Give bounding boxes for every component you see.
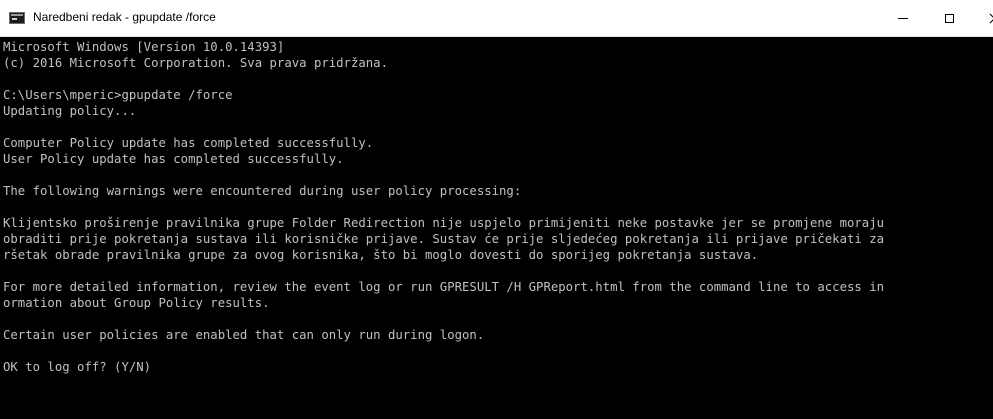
console-line: ormation about Group Policy results. bbox=[3, 296, 270, 310]
title-bar[interactable]: Naredbeni redak - gpupdate /force bbox=[0, 0, 993, 37]
command-prompt-icon[interactable] bbox=[9, 12, 25, 24]
console-line: obraditi prije pokretanja sustava ili ko… bbox=[3, 232, 884, 246]
console-line: (c) 2016 Microsoft Corporation. Sva prav… bbox=[3, 56, 388, 70]
window-title: Naredbeni redak - gpupdate /force bbox=[33, 10, 216, 24]
console-line: For more detailed information, review th… bbox=[3, 280, 884, 294]
minimize-button[interactable] bbox=[880, 0, 926, 36]
minimize-icon bbox=[898, 17, 908, 19]
console-line: The following warnings were encountered … bbox=[3, 184, 522, 198]
command-prompt-window: Naredbeni redak - gpupdate /force Micros… bbox=[0, 0, 993, 419]
maximize-button[interactable] bbox=[926, 0, 972, 36]
console-prompt-line: OK to log off? (Y/N) bbox=[3, 360, 152, 374]
console-line: Certain user policies are enabled that c… bbox=[3, 328, 485, 342]
console-output[interactable]: Microsoft Windows [Version 10.0.14393] (… bbox=[0, 37, 993, 419]
maximize-icon bbox=[944, 13, 954, 23]
close-button[interactable] bbox=[972, 0, 993, 36]
console-line: Updating policy... bbox=[3, 104, 137, 118]
console-line: ršetak obrade pravilnika grupe za ovog k… bbox=[3, 248, 759, 262]
console-line: Microsoft Windows [Version 10.0.14393] bbox=[3, 40, 285, 54]
console-line: C:\Users\mperic>gpupdate /force bbox=[3, 88, 233, 102]
console-line: User Policy update has completed success… bbox=[3, 152, 344, 166]
console-line: Computer Policy update has completed suc… bbox=[3, 136, 374, 150]
console-line: Klijentsko proširenje pravilnika grupe F… bbox=[3, 216, 884, 230]
